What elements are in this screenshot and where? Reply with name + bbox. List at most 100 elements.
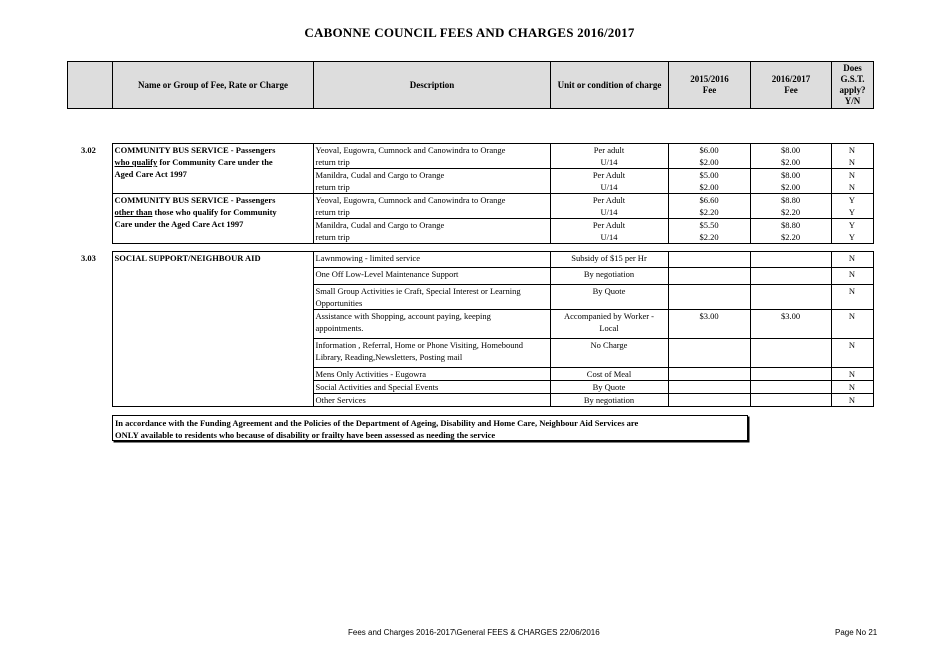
row-302-5-desc: Yeoval, Eugowra, Cumnock and Canowindra …: [313, 193, 551, 206]
header-gst-line3: apply?: [839, 85, 866, 95]
header-fee-2016-line2: Fee: [784, 85, 798, 95]
row-303-3-desc-line1: Small Group Activities ie Craft, Special…: [315, 286, 521, 296]
row-303-4-unit-line2: Local: [599, 323, 619, 333]
row-302-4-gst: N: [831, 181, 874, 194]
row-303-6-gst: N: [831, 367, 874, 381]
header-fee-2015-column: 2015/2016 Fee: [668, 61, 751, 109]
row-302-5-fee-2016: $8.80: [750, 193, 832, 206]
row-303-8-desc: Other Services: [313, 393, 551, 407]
row-303-5-fee-2016: [750, 338, 832, 368]
row-302-7-fee-2015: $5.50: [668, 218, 751, 231]
section-302-table: 3.02 COMMUNITY BUS SERVICE - Passengers …: [67, 143, 874, 244]
row-302-6-gst: Y: [831, 206, 874, 219]
group1-line2-rest: for Community Care under the: [157, 157, 273, 167]
row-303-1-desc: Lawnmowing - limited service: [313, 251, 551, 268]
row-303-6-unit: Cost of Meal: [550, 367, 669, 381]
row-303-4-desc-line1: Assistance with Shopping, account paying…: [315, 311, 491, 321]
header-name-column: Name or Group of Fee, Rate or Charge: [112, 61, 314, 109]
row-302-3-unit: Per Adult: [550, 168, 669, 181]
row-302-1-fee-2016: $8.00: [750, 143, 832, 156]
row-303-5-fee-2015: [668, 338, 751, 368]
row-302-3-desc: Manildra, Cudal and Cargo to Orange: [313, 168, 551, 181]
section-302-blank-cell: [67, 219, 112, 232]
row-303-6-fee-2015: [668, 367, 751, 381]
fees-header-table: Name or Group of Fee, Rate or Charge Des…: [67, 61, 874, 109]
row-302-4-desc: return trip: [313, 181, 551, 194]
notice-line1: In accordance with the Funding Agreement…: [115, 418, 639, 428]
group2-other-than-underlined: other than: [114, 207, 153, 217]
row-303-4-fee-2015: $3.00: [668, 309, 751, 339]
row-303-4-desc: Assistance with Shopping, account paying…: [313, 309, 551, 339]
row-302-4-fee-2016: $2.00: [750, 181, 832, 194]
row-303-4-desc-line2: appointments.: [315, 323, 364, 333]
row-303-3-gst: N: [831, 284, 874, 310]
row-302-2-gst: N: [831, 156, 874, 169]
section-303-group-name: SOCIAL SUPPORT/NEIGHBOUR AID: [111, 251, 314, 407]
row-303-7-gst: N: [831, 380, 874, 394]
row-303-1-unit: Subsidy of $15 per Hr: [550, 251, 669, 268]
section-302-group2-name: COMMUNITY BUS SERVICE - Passengers other…: [111, 193, 314, 244]
notice-line2: ONLY available to residents who because …: [115, 430, 496, 440]
row-302-3-fee-2015: $5.00: [668, 168, 751, 181]
row-303-5-desc: Information , Referral, Home or Phone Vi…: [313, 338, 551, 368]
row-303-3-desc: Small Group Activities ie Craft, Special…: [313, 284, 551, 310]
header-gst-line4: Y/N: [844, 96, 861, 106]
row-302-2-desc: return trip: [313, 156, 551, 169]
row-302-8-fee-2015: $2.20: [668, 231, 751, 244]
row-303-7-desc: Social Activities and Special Events: [313, 380, 551, 394]
section-302-group1-name: COMMUNITY BUS SERVICE - Passengers who q…: [111, 143, 314, 194]
row-302-8-unit: U/14: [550, 231, 669, 244]
row-302-6-unit: U/14: [550, 206, 669, 219]
section-303-number: 3.03: [81, 252, 96, 263]
header-fee-2015-line1: 2015/2016: [690, 74, 729, 84]
section-303-table: 3.03 SOCIAL SUPPORT/NEIGHBOUR AID Lawnmo…: [67, 251, 874, 407]
row-303-1-gst: N: [831, 251, 874, 268]
footer-file-path: Fees and Charges 2016-2017\General FEES …: [348, 628, 600, 637]
row-302-2-unit: U/14: [550, 156, 669, 169]
group2-name-line1: COMMUNITY BUS SERVICE - Passengers: [114, 195, 276, 205]
header-gst-column: Does G.S.T. apply? Y/N: [831, 61, 874, 109]
header-gst-line1: Does: [843, 63, 862, 73]
page-title: CABONNE COUNCIL FEES AND CHARGES 2016/20…: [304, 25, 635, 40]
section-302-blank-cell: [67, 206, 112, 219]
row-303-3-desc-line2: Opportunities: [315, 298, 363, 308]
group1-name-line1: COMMUNITY BUS SERVICE - Passengers: [114, 145, 276, 155]
row-303-2-fee-2016: [750, 267, 832, 285]
row-303-2-desc: One Off Low-Level Maintenance Support: [313, 267, 551, 285]
header-fee-2016-column: 2016/2017 Fee: [750, 61, 832, 109]
row-302-1-gst: N: [831, 143, 874, 156]
row-303-4-unit-line1: Accompanied by Worker -: [563, 311, 655, 321]
row-302-5-unit: Per Adult: [550, 193, 669, 206]
row-302-1-fee-2015: $6.00: [668, 143, 751, 156]
row-302-8-fee-2016: $2.20: [750, 231, 832, 244]
header-gst-line2: G.S.T.: [840, 74, 865, 84]
row-303-3-fee-2016: [750, 284, 832, 310]
row-303-8-fee-2015: [668, 393, 751, 407]
header-unit-column: Unit or condition of charge: [550, 61, 669, 109]
group1-name-line3: Aged Care Act 1997: [114, 169, 187, 179]
row-303-2-fee-2015: [668, 267, 751, 285]
row-302-7-unit: Per Adult: [550, 218, 669, 231]
row-302-5-fee-2015: $6.60: [668, 193, 751, 206]
group2-line2-rest: those who qualify for Community: [152, 207, 277, 217]
row-302-7-gst: Y: [831, 218, 874, 231]
row-302-3-fee-2016: $8.00: [750, 168, 832, 181]
row-303-4-gst: N: [831, 309, 874, 339]
row-303-3-fee-2015: [668, 284, 751, 310]
section-302-blank-cell: [67, 231, 112, 244]
row-302-8-desc: return trip: [313, 231, 551, 244]
row-303-4-fee-2016: $3.00: [750, 309, 832, 339]
funding-agreement-notice: In accordance with the Funding Agreement…: [112, 415, 748, 441]
header-description-column: Description: [313, 61, 551, 109]
row-302-5-gst: Y: [831, 193, 874, 206]
row-303-6-fee-2016: [750, 367, 832, 381]
row-302-4-fee-2015: $2.00: [668, 181, 751, 194]
header-fee-2016-line1: 2016/2017: [771, 74, 811, 84]
footer-page-number: Page No 21: [835, 628, 878, 637]
group1-qualify-underlined: who qualify: [114, 157, 158, 167]
row-302-2-fee-2015: $2.00: [668, 156, 751, 169]
row-302-6-desc: return trip: [313, 206, 551, 219]
row-302-1-desc: Yeoval, Eugowra, Cumnock and Canowindra …: [313, 143, 551, 156]
row-303-8-unit: By negotiation: [550, 393, 669, 407]
row-303-8-gst: N: [831, 393, 874, 407]
